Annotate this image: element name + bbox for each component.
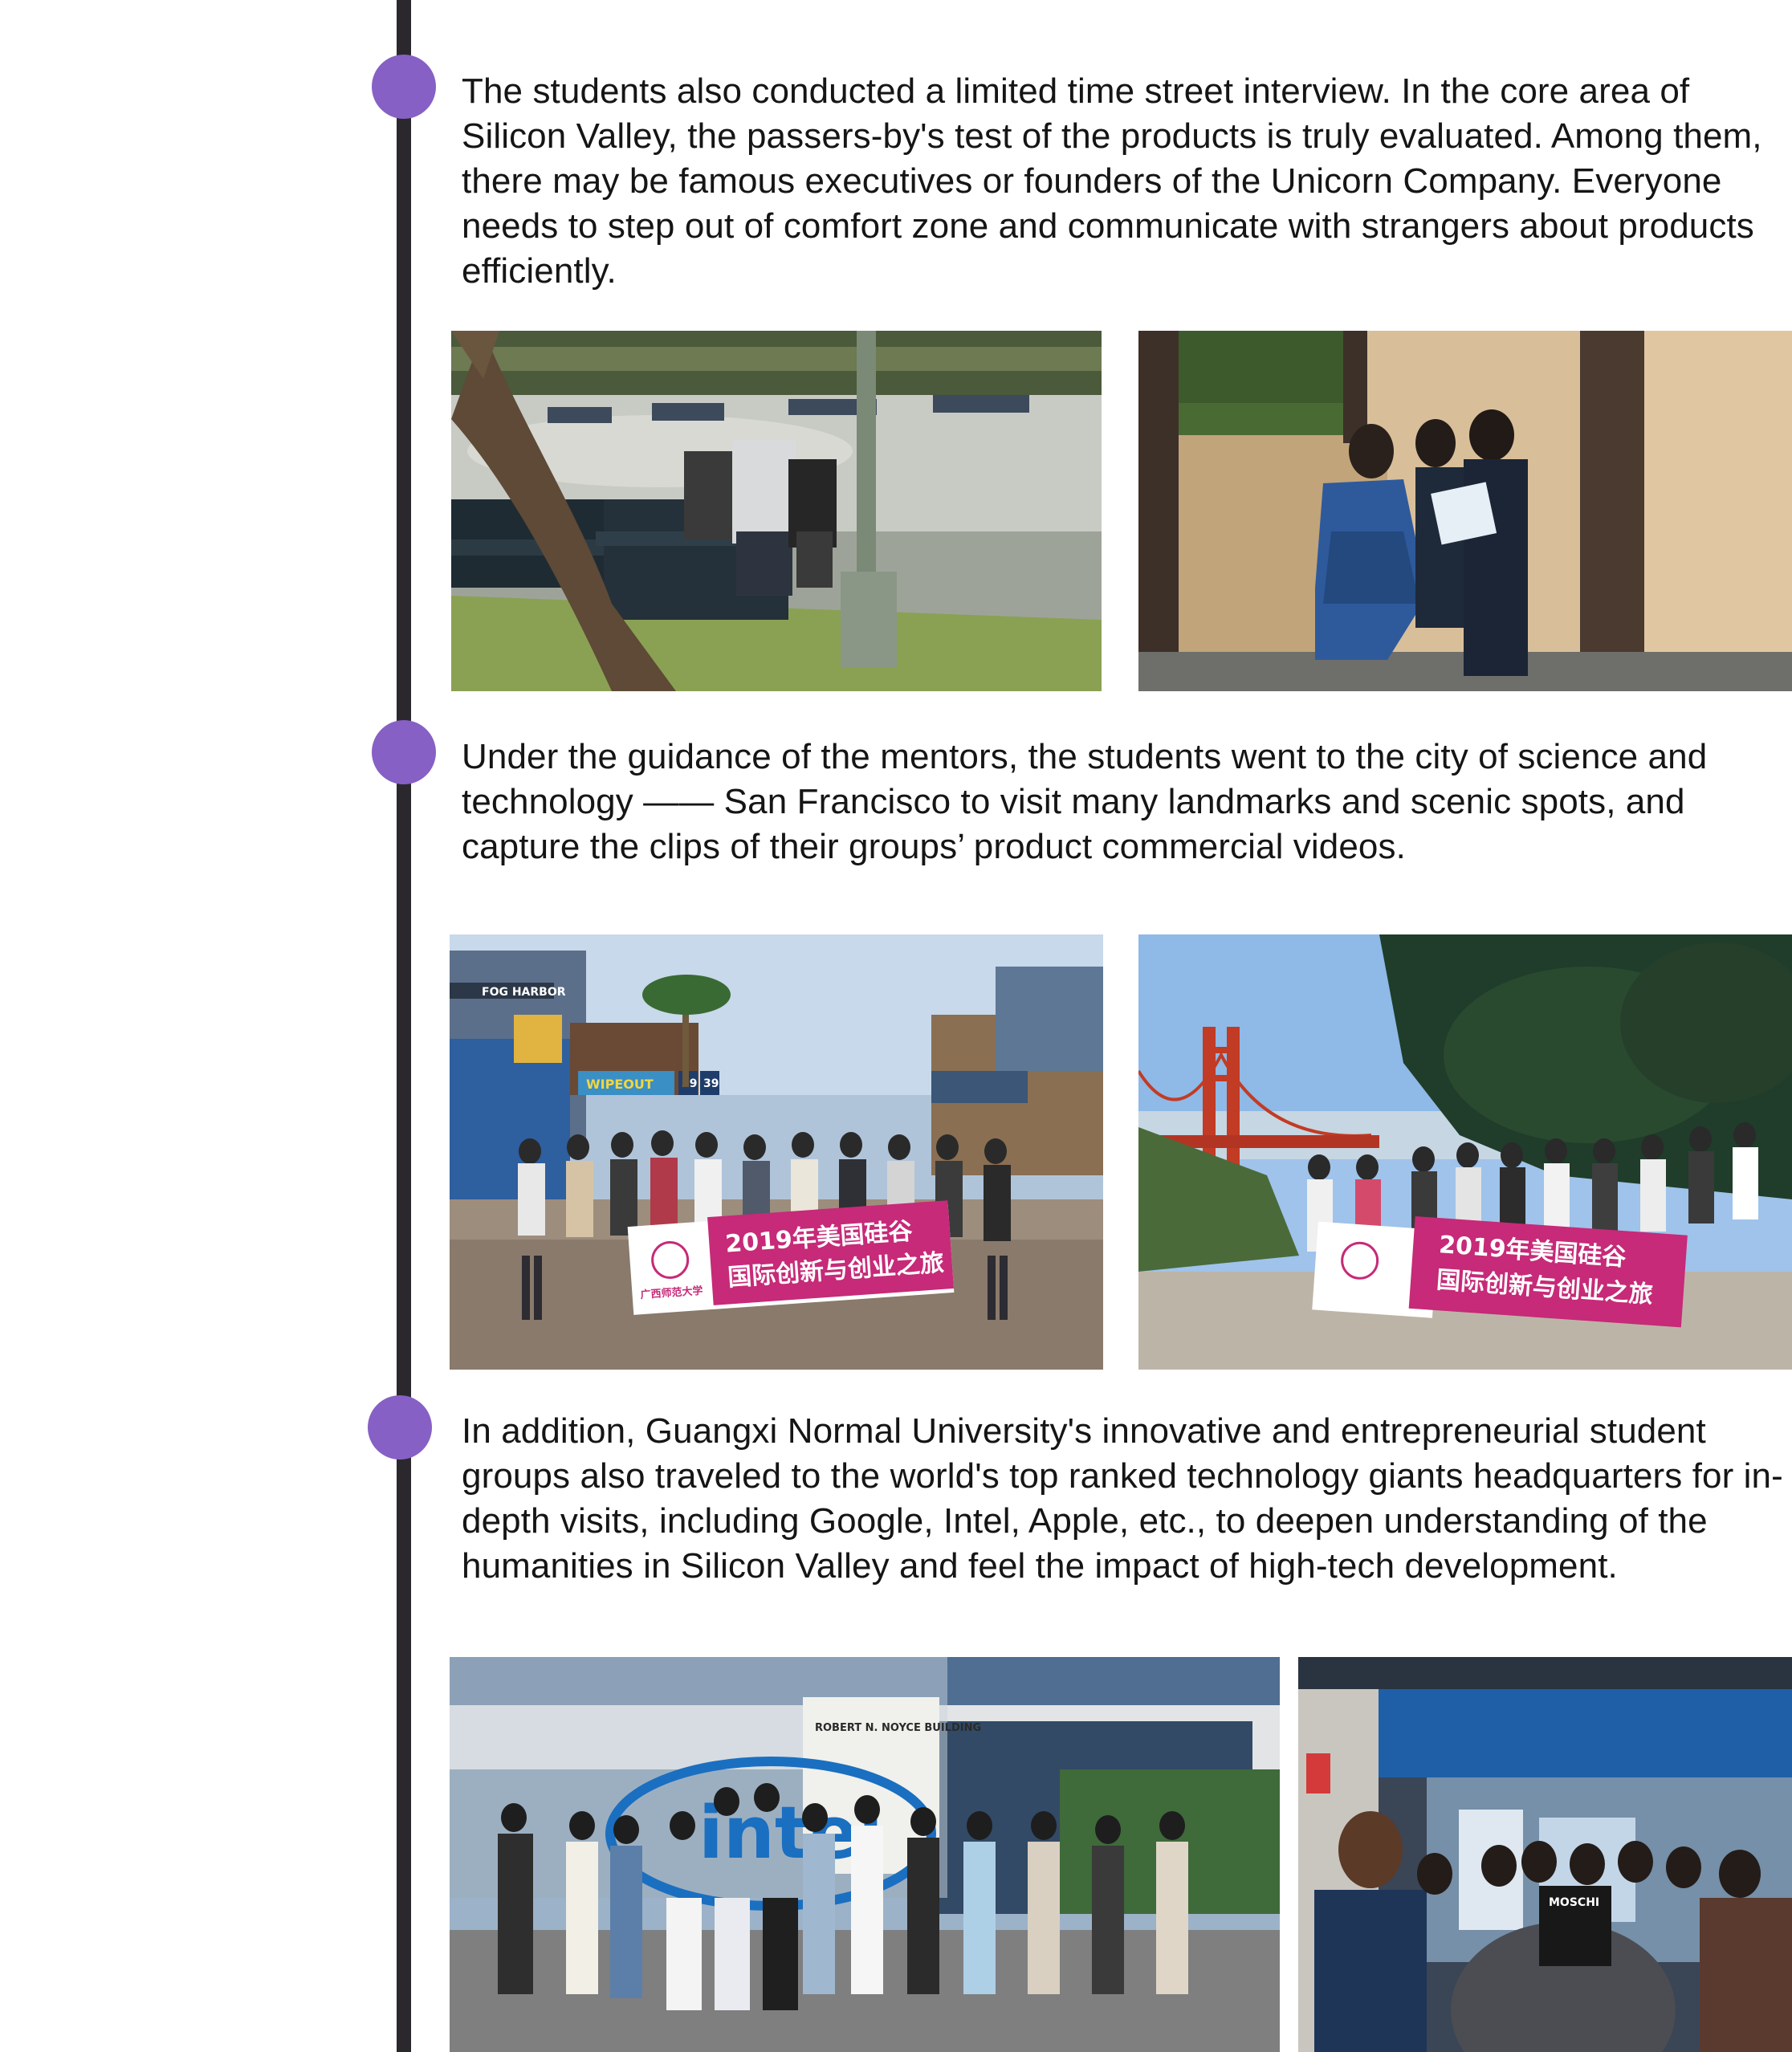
timeline-dot bbox=[368, 1395, 432, 1460]
street-interview-photo bbox=[451, 331, 1102, 691]
pier-number: 39 bbox=[703, 1077, 719, 1090]
pier-39-group-photo: FOG HARBOR WIPEOUT 39 39 广西师范大学 2019年美国硅… bbox=[450, 934, 1103, 1370]
timeline-paragraph: Under the guidance of the mentors, the s… bbox=[462, 737, 1708, 866]
shirt-text: MOSCHI bbox=[1549, 1896, 1599, 1909]
timeline-line bbox=[397, 0, 411, 2052]
timeline-paragraph: In addition, Guangxi Normal University's… bbox=[462, 1411, 1783, 1586]
timeline-dot bbox=[372, 720, 436, 784]
street-interview-photo bbox=[1138, 331, 1792, 691]
timeline-paragraph: The students also conducted a limited ti… bbox=[462, 71, 1762, 291]
wipeout-sign: WIPEOUT bbox=[586, 1077, 654, 1092]
fog-harbor-sign: FOG HARBOR bbox=[482, 986, 566, 999]
golden-gate-group-photo: 2019年美国硅谷 国际创新与创业之旅 bbox=[1138, 934, 1792, 1370]
timeline-dot bbox=[372, 55, 436, 119]
building-sign: ROBERT N. NOYCE BUILDING bbox=[815, 1722, 981, 1734]
intel-headquarters-photo: ROBERT N. NOYCE BUILDING intel bbox=[450, 1657, 1280, 2052]
tech-company-visit-photo: MOSCHI bbox=[1298, 1657, 1792, 2052]
